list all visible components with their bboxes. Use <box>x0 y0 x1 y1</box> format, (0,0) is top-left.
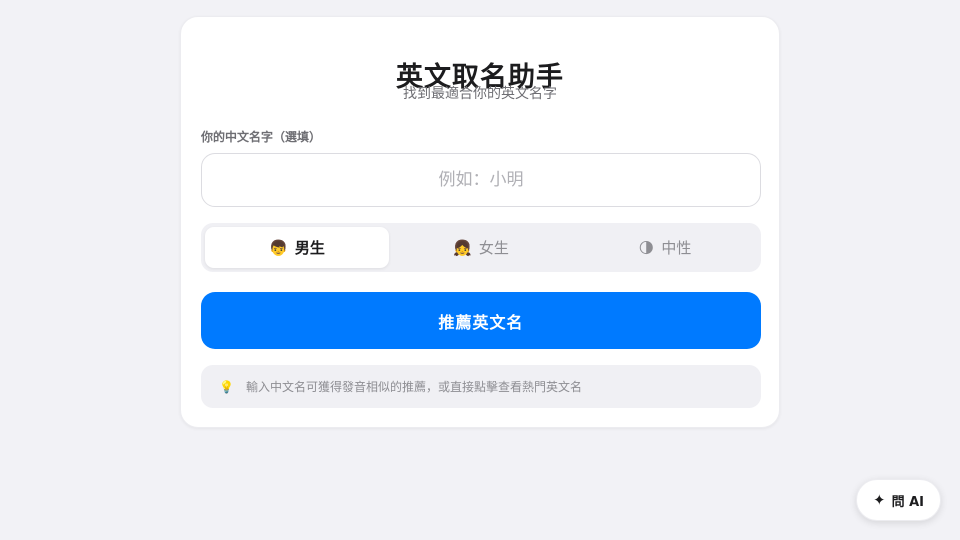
ask-ai-button[interactable]: ✦ 問 AI <box>856 479 941 521</box>
recommend-name-button[interactable]: 推薦英文名 <box>201 292 761 349</box>
lightbulb-icon: 💡 <box>219 379 234 394</box>
ask-ai-label: 問 AI <box>891 494 924 510</box>
gender-option-neutral[interactable]: 🌗 中性 <box>573 227 757 268</box>
page-subtitle: 找到最適合你的英文名字 <box>403 86 557 102</box>
gender-option-male[interactable]: 👦 男生 <box>205 227 389 268</box>
half-moon-emoji-icon: 🌗 <box>638 238 655 257</box>
boy-emoji-icon: 👦 <box>269 238 288 257</box>
chinese-name-label: 你的中文名字（選填） <box>201 130 322 144</box>
tip-text: 輸入中文名可獲得發音相似的推薦，或直接點擊查看熱門英文名 <box>245 380 582 394</box>
gender-option-label: 男生 <box>294 239 325 257</box>
gender-segmented-control: 👦 男生 👧 女生 🌗 中性 <box>201 223 761 272</box>
gender-option-label: 中性 <box>661 239 692 257</box>
sparkle-icon: ✦ <box>872 491 886 509</box>
tip-box: 💡 輸入中文名可獲得發音相似的推薦，或直接點擊查看熱門英文名 <box>201 365 761 408</box>
gender-option-female[interactable]: 👧 女生 <box>389 227 573 268</box>
gender-option-label: 女生 <box>478 239 509 257</box>
name-helper-card: 英文取名助手 找到最適合你的英文名字 你的中文名字（選填） 👦 男生 👧 女生 … <box>180 16 780 428</box>
girl-emoji-icon: 👧 <box>453 238 472 257</box>
chinese-name-input[interactable] <box>201 153 761 207</box>
